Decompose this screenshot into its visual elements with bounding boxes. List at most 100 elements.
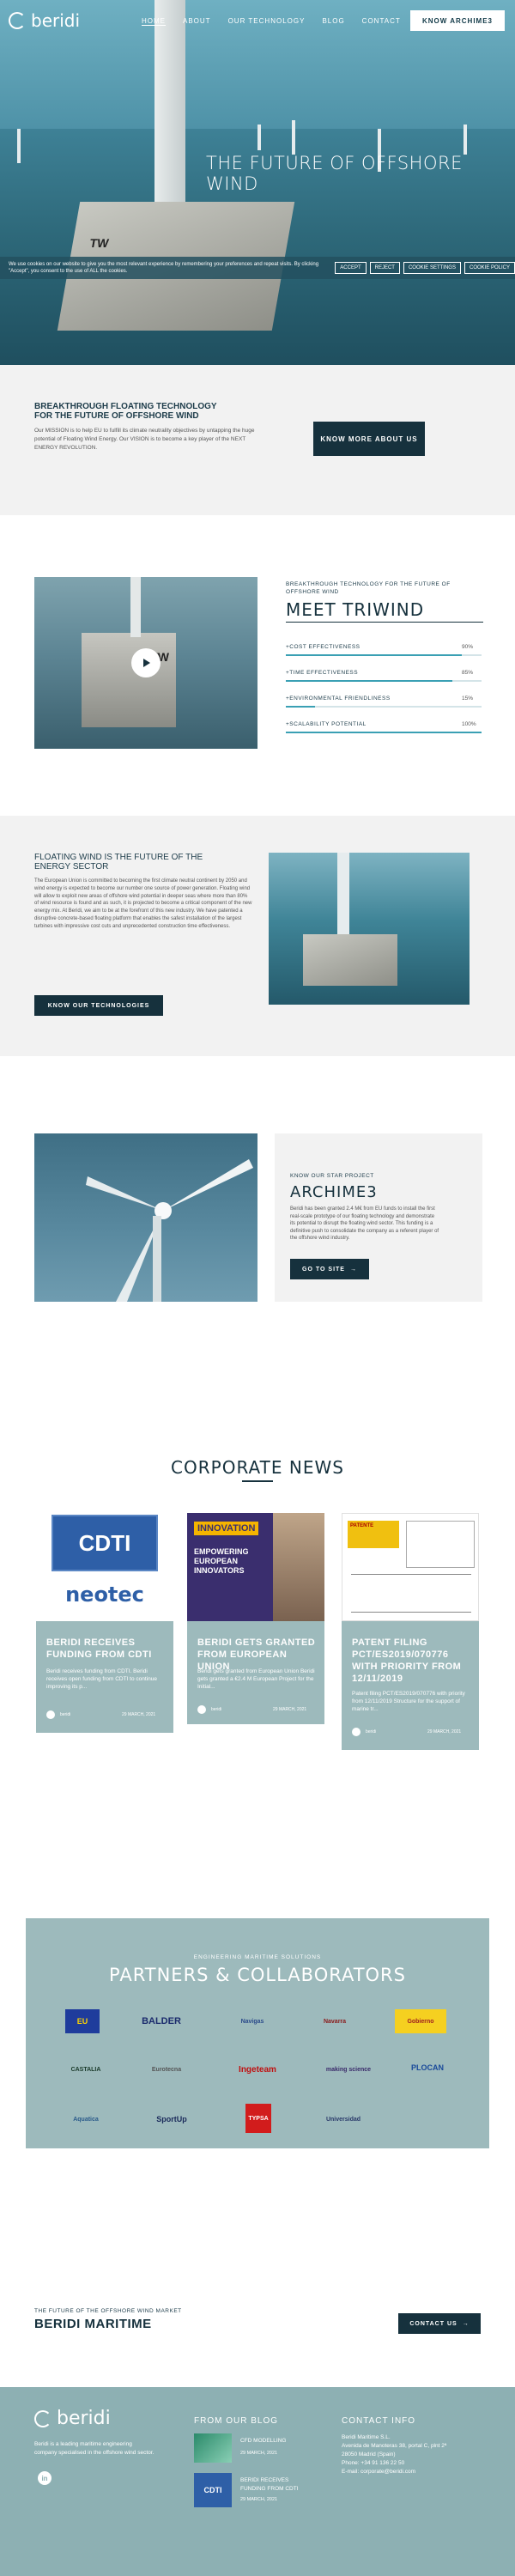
partner-logo-balder[interactable]: BALDER — [136, 2009, 187, 2033]
progress-track — [286, 706, 482, 708]
innovation-badge: INNOVATION — [194, 1522, 259, 1535]
news-card-2-text: Beridi gets granted from European Union … — [197, 1668, 315, 1690]
logo-icon — [9, 12, 26, 29]
nav-item-technology[interactable]: OUR TECHNOLOGY — [228, 17, 306, 26]
blog-thumb-cfd[interactable] — [194, 2433, 232, 2463]
news-image-eu-innovation[interactable]: INNOVATION EMPOWERING EUROPEAN INNOVATOR… — [187, 1513, 324, 1621]
site-logo[interactable]: beridi — [9, 10, 80, 31]
know-our-technologies-button[interactable]: KNOW OUR TECHNOLOGIES — [34, 995, 163, 1016]
cookie-banner: We use cookies on our website to give yo… — [0, 257, 515, 279]
go-to-site-label: GO TO SITE — [302, 1266, 345, 1273]
cookie-accept-button[interactable]: ACCEPT — [335, 262, 367, 274]
video-tower — [130, 577, 141, 637]
partner-logo-castalia[interactable]: CASTALIA — [60, 2057, 112, 2081]
archime-panel: KNOW OUR STAR PROJECT ARCHIME3 Beridi ha… — [275, 1133, 482, 1302]
partner-logo-plocan[interactable]: PLOCAN — [409, 2052, 446, 2083]
cookie-reject-button[interactable]: REJECT — [369, 262, 400, 274]
partner-logo-universidad[interactable]: Universidad — [318, 2107, 369, 2131]
go-to-site-button[interactable]: GO TO SITE → — [290, 1259, 369, 1279]
nav-item-home[interactable]: HOME — [142, 17, 166, 26]
nav-item-about[interactable]: ABOUT — [183, 17, 211, 26]
progress-track — [286, 680, 482, 682]
portrait-image — [273, 1513, 324, 1621]
patent-drawing — [351, 1574, 471, 1613]
neotec-logo: neotec — [52, 1573, 158, 1616]
contact-us-label: CONTACT US — [409, 2320, 457, 2327]
partner-logo-making-science[interactable]: making science — [323, 2057, 374, 2081]
avatar — [197, 1705, 206, 1714]
contact-email[interactable]: E-mail: corporate@beridi.com — [342, 2468, 488, 2476]
news-image-patent[interactable]: PATENTE — [342, 1513, 479, 1621]
nav-item-contact[interactable]: CONTACT — [362, 17, 401, 26]
partner-logo-navarra[interactable]: Navarra — [318, 2009, 352, 2033]
news-card-3-title: PATENT FILING PCT/ES2019/070776 WITH PRI… — [352, 1637, 462, 1684]
triwind-kicker: BREAKTHROUGH TECHNOLOGY FOR THE FUTURE O… — [286, 581, 451, 595]
news-card-3[interactable]: PATENT FILING PCT/ES2019/070776 WITH PRI… — [342, 1621, 479, 1750]
logo-icon — [34, 2409, 52, 2427]
contact-us-button[interactable]: CONTACT US → — [398, 2313, 481, 2334]
contact-company: Beridi Maritime S.L. — [342, 2434, 391, 2440]
mission-heading: BREAKTHROUGH FLOATING TECHNOLOGY FOR THE… — [34, 402, 217, 421]
blog-thumb-cdti[interactable]: CDTI — [194, 2473, 232, 2507]
top-navigation: beridi HOME ABOUT OUR TECHNOLOGY BLOG CO… — [0, 0, 515, 41]
news-section: CORPORATE NEWS CDTI neotec BERIDI RECEIV… — [0, 1365, 515, 1898]
progress-track — [286, 654, 482, 656]
cdti-logo: CDTI — [52, 1515, 158, 1571]
arrow-right-icon: → — [462, 2320, 470, 2327]
floating-image — [269, 853, 470, 1005]
partner-logo-navigas[interactable]: Navigas — [227, 2009, 278, 2033]
turbine-icon — [292, 120, 295, 155]
play-button[interactable] — [131, 648, 161, 677]
patent-document — [406, 1521, 475, 1568]
partner-logo-eu[interactable]: EU — [65, 2009, 100, 2033]
progress-fill — [286, 654, 463, 656]
partner-logo-ingeteam[interactable]: Ingeteam — [232, 2057, 283, 2081]
news-card-2[interactable]: BERIDI GETS GRANTED FROM EUROPEAN UNION … — [187, 1621, 324, 1724]
cookie-text: We use cookies on our website to give yo… — [9, 262, 319, 274]
footer-logo[interactable]: beridi — [34, 2408, 111, 2429]
linkedin-icon[interactable]: in — [38, 2471, 52, 2485]
video-platform: TW — [82, 633, 176, 727]
play-icon — [143, 659, 150, 667]
blog-post-2-title[interactable]: BERIDI RECEIVES FUNDING FROM CDTI — [240, 2476, 309, 2494]
archime-section: KNOW OUR STAR PROJECT ARCHIME3 Beridi ha… — [0, 1056, 515, 1365]
triwind-title: MEET TRIWIND — [286, 599, 425, 620]
progress-value: 90% — [462, 644, 474, 650]
know-more-about-us-button[interactable]: KNOW MORE ABOUT US — [313, 422, 425, 456]
title-divider — [286, 622, 483, 623]
partner-logo-gobierno[interactable]: Gobierno — [395, 2009, 446, 2033]
platform-label: TW — [88, 236, 110, 250]
news-card-2-author: beridi — [211, 1707, 222, 1712]
mission-text: Our MISSION is to help EU to fulfill its… — [34, 428, 255, 451]
footer-contact-block: Beridi Maritime S.L. Avenida de Manotera… — [342, 2433, 488, 2476]
triwind-video[interactable]: TW — [34, 577, 258, 749]
turbine-icon — [258, 125, 261, 150]
partner-logo-aquatica[interactable]: Aquatica — [60, 2107, 112, 2131]
floating-section: FLOATING WIND IS THE FUTURE OF THE ENERG… — [0, 816, 515, 1056]
partner-logo-eurotecna[interactable]: Eurotecna — [141, 2057, 192, 2081]
contact-phone[interactable]: Phone: +34 91 136 22 50 — [342, 2459, 488, 2468]
news-card-1[interactable]: BERIDI RECEIVES FUNDING FROM CDTI Beridi… — [36, 1621, 173, 1733]
cookie-settings-button[interactable]: COOKIE SETTINGS — [403, 262, 461, 274]
floating-platform — [303, 934, 397, 986]
turbine-icon — [17, 129, 21, 163]
news-card-3-text: Patent filing PCT/ES2019/070776 with pri… — [352, 1691, 465, 1712]
progress-label: +COST EFFECTIVENESS — [286, 644, 360, 650]
blog-post-1-date: 29 MARCH, 2021 — [240, 2451, 278, 2456]
archime-image — [34, 1133, 258, 1302]
news-card-3-date: 29 MARCH, 2021 — [427, 1729, 462, 1735]
know-archime3-button[interactable]: KNOW ARCHIME3 — [410, 10, 505, 31]
main-nav: HOME ABOUT OUR TECHNOLOGY BLOG CONTACT — [142, 17, 401, 26]
turbine-tower — [337, 853, 349, 939]
archime-text: Beridi has been granted 2.4 M€ from EU f… — [290, 1206, 439, 1241]
nav-item-blog[interactable]: BLOG — [322, 17, 344, 26]
progress-label: +TIME EFFECTIVENESS — [286, 670, 359, 676]
news-image-cdti[interactable]: CDTI neotec — [36, 1513, 173, 1621]
arrow-right-icon: → — [349, 1266, 357, 1273]
partner-logo-typsa[interactable]: TYPSA — [245, 2104, 271, 2133]
blog-post-1-title[interactable]: CFD MODELLING — [240, 2437, 286, 2445]
partner-logo-sportup[interactable]: SportUp — [146, 2107, 197, 2131]
footer-contact-title: CONTACT INFO — [342, 2416, 416, 2426]
news-title: CORPORATE NEWS — [171, 1457, 344, 1478]
cookie-policy-button[interactable]: COOKIE POLICY — [464, 262, 515, 274]
